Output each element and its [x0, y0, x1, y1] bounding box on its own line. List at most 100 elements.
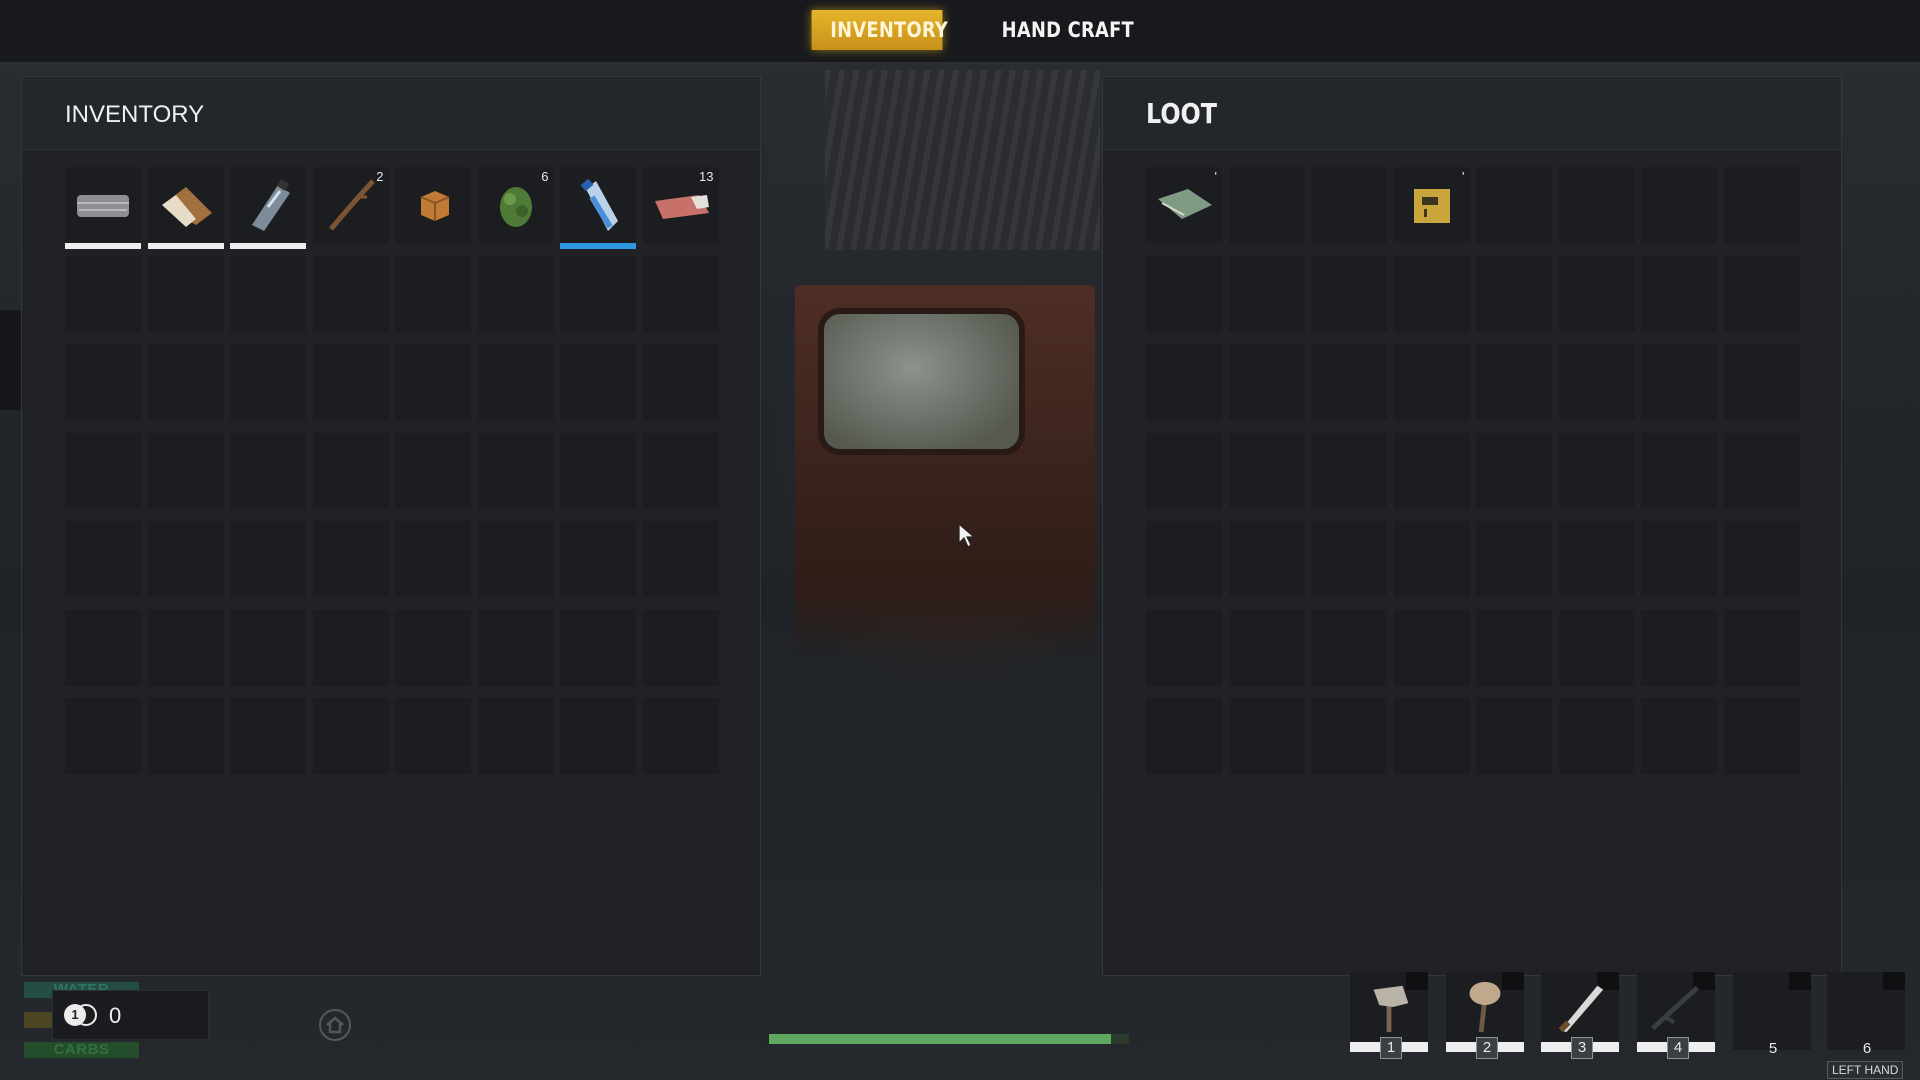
inventory-slot[interactable] [65, 521, 141, 597]
inventory-slot[interactable] [395, 609, 471, 686]
loot-slot[interactable] [1558, 432, 1635, 509]
inventory-slot[interactable] [560, 698, 636, 774]
inventory-slot[interactable] [312, 609, 389, 686]
loot-slot[interactable] [1393, 432, 1470, 509]
inventory-slot[interactable] [560, 609, 636, 686]
loot-slot[interactable] [1641, 344, 1717, 420]
inventory-slot[interactable]: 2 [312, 167, 389, 243]
loot-slot[interactable] [1393, 521, 1470, 597]
inventory-slot[interactable] [560, 167, 636, 249]
loot-slot[interactable] [1476, 255, 1552, 332]
inventory-slot[interactable] [312, 432, 389, 509]
inventory-slot[interactable] [477, 432, 554, 509]
loot-slot[interactable] [1723, 609, 1800, 686]
hotbar-slot-1[interactable]: 1 [1350, 972, 1428, 1059]
loot-slot[interactable] [1476, 167, 1552, 243]
loot-slot[interactable] [1311, 521, 1387, 597]
hotbar-slot-5[interactable]: 5 [1733, 972, 1811, 1057]
tab-hand-craft[interactable]: HAND CRAFT [983, 10, 1153, 50]
inventory-slot[interactable] [642, 521, 719, 597]
loot-slot[interactable] [1476, 344, 1552, 420]
inventory-slot[interactable] [477, 344, 554, 420]
inventory-slot[interactable] [477, 698, 554, 774]
inventory-slot[interactable] [395, 344, 471, 420]
inventory-slot[interactable] [230, 255, 306, 332]
tab-inventory[interactable]: INVENTORY [811, 10, 948, 50]
loot-slot[interactable] [1146, 432, 1222, 509]
hotbar-slot-2[interactable]: 2 [1446, 972, 1524, 1059]
loot-slot[interactable] [1146, 609, 1222, 686]
loot-slot[interactable] [1393, 344, 1470, 420]
inventory-slot[interactable] [395, 255, 471, 332]
loot-slot[interactable] [1228, 609, 1305, 686]
inventory-slot[interactable] [312, 698, 389, 774]
loot-slot[interactable] [1558, 167, 1635, 243]
loot-slot[interactable] [1311, 167, 1387, 243]
inventory-slot[interactable] [65, 255, 141, 332]
loot-slot[interactable] [1228, 698, 1305, 774]
loot-slot[interactable] [1641, 432, 1717, 509]
loot-slot[interactable] [1146, 521, 1222, 597]
hotbar-slot-4[interactable]: 4 [1637, 972, 1715, 1059]
loot-slot[interactable] [1476, 609, 1552, 686]
loot-slot[interactable] [1641, 609, 1717, 686]
loot-slot[interactable] [1641, 255, 1717, 332]
hotbar-slot-3[interactable]: 3 [1541, 972, 1619, 1059]
loot-slot[interactable] [1641, 167, 1717, 243]
loot-slot[interactable] [1146, 344, 1222, 420]
loot-slot[interactable] [1228, 521, 1305, 597]
loot-slot[interactable] [1311, 255, 1387, 332]
loot-slot[interactable] [1311, 344, 1387, 420]
loot-slot[interactable] [1476, 698, 1552, 774]
inventory-slot[interactable] [147, 255, 224, 332]
loot-slot[interactable] [1558, 698, 1635, 774]
loot-slot[interactable] [1393, 609, 1470, 686]
inventory-slot[interactable] [147, 521, 224, 597]
loot-slot[interactable] [1228, 432, 1305, 509]
inventory-slot[interactable] [560, 521, 636, 597]
inventory-slot[interactable] [230, 432, 306, 509]
inventory-slot[interactable] [395, 432, 471, 509]
inventory-slot[interactable] [65, 698, 141, 774]
inventory-slot[interactable] [147, 609, 224, 686]
inventory-slot[interactable] [395, 698, 471, 774]
inventory-slot[interactable] [230, 698, 306, 774]
loot-slot[interactable] [1723, 167, 1800, 243]
loot-slot[interactable] [1476, 521, 1552, 597]
hotbar-slot-6[interactable]: 6 [1827, 972, 1905, 1057]
inventory-slot[interactable] [560, 344, 636, 420]
loot-slot[interactable] [1558, 521, 1635, 597]
loot-slot[interactable] [1228, 344, 1305, 420]
inventory-slot[interactable] [147, 698, 224, 774]
loot-slot[interactable] [1228, 255, 1305, 332]
inventory-slot[interactable] [230, 609, 306, 686]
loot-slot[interactable] [1146, 255, 1222, 332]
loot-slot[interactable]: ' [1146, 167, 1222, 243]
loot-slot[interactable] [1641, 521, 1717, 597]
inventory-slot[interactable]: 6 [477, 167, 554, 243]
loot-slot[interactable] [1723, 698, 1800, 774]
loot-slot[interactable] [1228, 167, 1305, 243]
loot-slot[interactable] [1311, 609, 1387, 686]
inventory-slot[interactable]: 13 [642, 167, 719, 243]
inventory-slot[interactable] [65, 432, 141, 509]
inventory-slot[interactable] [642, 255, 719, 332]
inventory-slot[interactable] [642, 432, 719, 509]
inventory-slot[interactable] [642, 344, 719, 420]
loot-slot[interactable] [1393, 255, 1470, 332]
inventory-slot[interactable] [65, 609, 141, 686]
inventory-slot[interactable] [230, 167, 306, 249]
loot-slot[interactable] [1393, 698, 1470, 774]
loot-slot[interactable] [1558, 255, 1635, 332]
inventory-slot[interactable] [147, 344, 224, 420]
loot-slot[interactable] [1641, 698, 1717, 774]
inventory-slot[interactable] [65, 167, 141, 249]
loot-slot[interactable] [1311, 698, 1387, 774]
inventory-slot[interactable] [477, 255, 554, 332]
inventory-slot[interactable] [477, 521, 554, 597]
inventory-slot[interactable] [477, 609, 554, 686]
loot-slot[interactable] [1723, 521, 1800, 597]
loot-slot[interactable] [1723, 432, 1800, 509]
inventory-slot[interactable] [230, 344, 306, 420]
inventory-slot[interactable] [312, 344, 389, 420]
